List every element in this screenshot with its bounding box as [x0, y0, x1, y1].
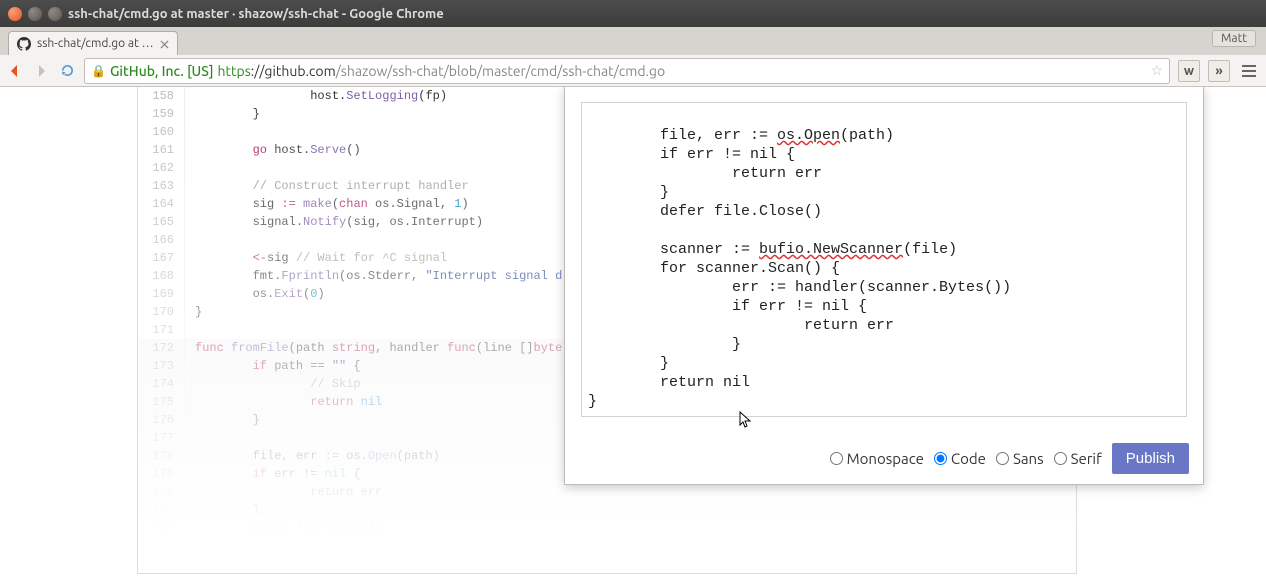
ev-cert-label: GitHub, Inc. [US]	[110, 63, 214, 79]
window-titlebar: ssh-chat/cmd.go at master · shazow/ssh-c…	[0, 0, 1266, 27]
code-line[interactable]: 183	[138, 537, 1076, 555]
tabstrip: ssh-chat/cmd.go at … Matt	[0, 27, 1266, 55]
code-line[interactable]: 182 defer file.Close()	[138, 519, 1076, 537]
window-maximize-button[interactable]	[48, 7, 62, 21]
line-number[interactable]: 174	[138, 375, 185, 393]
font-radio-serif[interactable]: Serif	[1054, 450, 1102, 467]
line-code[interactable]: scanner := bufio.NewScanner(file)	[185, 555, 1076, 573]
profile-badge[interactable]: Matt	[1212, 30, 1256, 47]
font-radio-label: Sans	[1013, 450, 1044, 467]
line-code[interactable]: }	[185, 501, 1076, 519]
line-number[interactable]: 184	[138, 555, 185, 573]
line-number[interactable]: 168	[138, 267, 185, 285]
font-radio-input-code[interactable]	[934, 452, 947, 465]
line-number[interactable]: 178	[138, 447, 185, 465]
code-line[interactable]: 180 return err	[138, 483, 1076, 501]
chrome-menu-button[interactable]	[1238, 60, 1260, 82]
line-number[interactable]: 183	[138, 537, 185, 555]
bookmark-star-icon[interactable]: ☆	[1150, 62, 1163, 79]
code-line[interactable]: 184 scanner := bufio.NewScanner(file)	[138, 555, 1076, 573]
line-number[interactable]: 169	[138, 285, 185, 303]
lock-icon: 🔒	[91, 64, 106, 78]
line-number[interactable]: 172	[138, 339, 185, 357]
snippet-editor[interactable]: file, err := os.Open(path) if err != nil…	[581, 102, 1187, 417]
line-number[interactable]: 162	[138, 159, 185, 177]
nav-back-button[interactable]	[6, 62, 24, 80]
line-number[interactable]: 179	[138, 465, 185, 483]
browser-toolbar: 🔒 GitHub, Inc. [US] https://github.com/s…	[0, 55, 1266, 87]
url-protocol: https	[218, 63, 251, 79]
line-number[interactable]: 173	[138, 357, 185, 375]
window-title: ssh-chat/cmd.go at master · shazow/ssh-c…	[68, 7, 1258, 21]
line-number[interactable]: 163	[138, 177, 185, 195]
font-radio-label: Monospace	[847, 450, 924, 467]
line-number[interactable]: 180	[138, 483, 185, 501]
line-number[interactable]: 177	[138, 429, 185, 447]
font-radio-code[interactable]: Code	[934, 450, 986, 467]
window-minimize-button[interactable]	[28, 7, 42, 21]
line-code[interactable]: return err	[185, 483, 1076, 501]
browser-tab[interactable]: ssh-chat/cmd.go at …	[8, 31, 178, 55]
font-radio-input-monospace[interactable]	[830, 452, 843, 465]
line-number[interactable]: 181	[138, 501, 185, 519]
url-host: ://github.com	[251, 63, 336, 79]
extension-popup: file, err := os.Open(path) if err != nil…	[564, 87, 1204, 485]
window-close-button[interactable]	[8, 7, 22, 21]
tab-title: ssh-chat/cmd.go at …	[37, 37, 154, 50]
line-number[interactable]: 171	[138, 321, 185, 339]
nav-forward-button[interactable]	[32, 62, 50, 80]
tab-close-icon[interactable]	[160, 39, 169, 48]
line-number[interactable]: 161	[138, 141, 185, 159]
font-radio-input-serif[interactable]	[1054, 452, 1067, 465]
font-radio-monospace[interactable]: Monospace	[830, 450, 924, 467]
line-number[interactable]: 170	[138, 303, 185, 321]
url-bar[interactable]: 🔒 GitHub, Inc. [US] https://github.com/s…	[84, 58, 1170, 84]
line-number[interactable]: 176	[138, 411, 185, 429]
extension-button[interactable]: w	[1178, 60, 1200, 82]
line-number[interactable]: 166	[138, 231, 185, 249]
github-favicon	[17, 37, 31, 51]
font-radio-group: Monospace Code Sans Serif	[830, 450, 1102, 467]
line-code[interactable]	[185, 537, 1076, 555]
font-radio-label: Serif	[1071, 450, 1102, 467]
code-line[interactable]: 181 }	[138, 501, 1076, 519]
popup-footer: Monospace Code Sans Serif Publish	[565, 433, 1203, 484]
publish-button[interactable]: Publish	[1112, 443, 1189, 474]
line-code[interactable]: defer file.Close()	[185, 519, 1076, 537]
line-number[interactable]: 158	[138, 87, 185, 105]
line-number[interactable]: 160	[138, 123, 185, 141]
line-number[interactable]: 165	[138, 213, 185, 231]
line-number[interactable]: 175	[138, 393, 185, 411]
url-path: /shazow/ssh-chat/blob/master/cmd/ssh-cha…	[336, 63, 666, 79]
font-radio-label: Code	[951, 450, 986, 467]
font-radio-sans[interactable]: Sans	[996, 450, 1044, 467]
line-number[interactable]: 182	[138, 519, 185, 537]
line-number[interactable]: 167	[138, 249, 185, 267]
extensions-overflow-button[interactable]: »	[1208, 60, 1230, 82]
font-radio-input-sans[interactable]	[996, 452, 1009, 465]
line-number[interactable]: 159	[138, 105, 185, 123]
reload-button[interactable]	[58, 62, 76, 80]
page-content: 158 host.SetLogging(fp)159 }160161 go ho…	[0, 87, 1266, 578]
line-number[interactable]: 164	[138, 195, 185, 213]
